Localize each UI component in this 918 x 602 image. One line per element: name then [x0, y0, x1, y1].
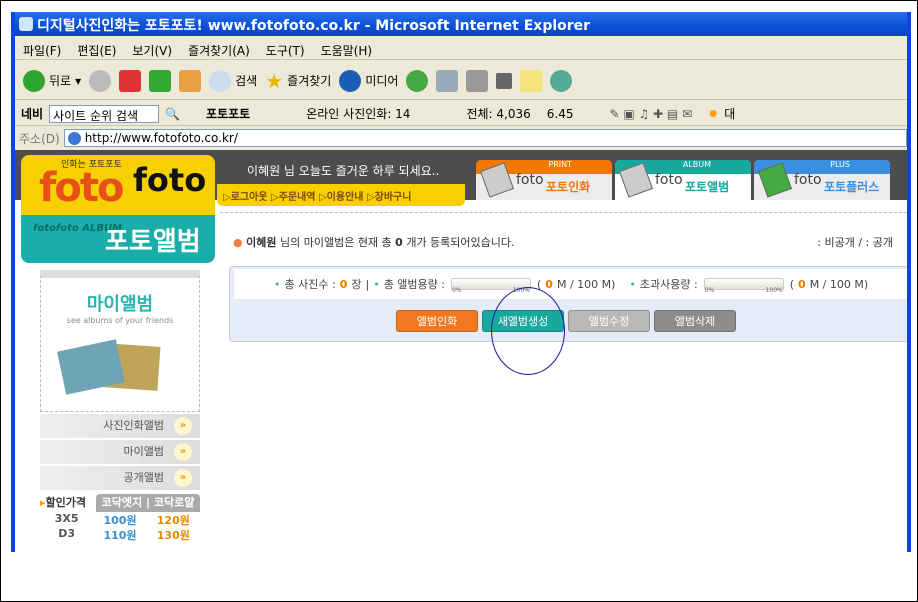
price-row: D3 110원 130원 — [58, 527, 190, 542]
site-search-input[interactable]: 사이트 순위 검색 — [49, 104, 160, 123]
tab-album-label: 포토앨범 — [685, 180, 730, 194]
menu-file[interactable]: 파일(F) — [23, 44, 61, 58]
menu-tools[interactable]: 도구(T) — [266, 44, 305, 58]
sidebar: 마이앨범 see albums of your friends 사진인화앨범» … — [40, 270, 200, 542]
media-label: 미디어 — [365, 74, 399, 88]
edit-icon[interactable] — [496, 72, 513, 89]
menu-help[interactable]: 도움말(H) — [321, 44, 373, 58]
chevron-icon: » — [174, 469, 192, 487]
online-count: 온라인 사진인화: 14 — [306, 107, 411, 121]
promo-sub: see albums of your friends — [66, 316, 174, 325]
total-count: 전체: 4,036 — [466, 107, 531, 121]
price-header: ▸할인가격 코닥엣지 | 코닥로얄 — [40, 494, 200, 512]
media-button[interactable]: 미디어 — [339, 69, 399, 92]
back-button[interactable]: 뒤로 ▾ — [23, 69, 81, 92]
chevron-icon: » — [174, 443, 192, 461]
over-usage-bar: 0% 100% — [703, 278, 784, 294]
guide-link[interactable]: 이용안내 — [327, 192, 364, 203]
logout-link[interactable]: 로그아웃 — [231, 192, 268, 203]
search-icon — [209, 69, 232, 92]
album-stats-panel: • 총 사진수 :0장 | • 총 앨범용량 : 0% 100%(0 M / 100 … — [229, 266, 907, 342]
greeting-box: 이혜원 님 오늘도 즐거운 하루 되세요.. ▷로그아웃 ▷주문내역 ▷이용안내… — [215, 150, 465, 208]
edit-album-button[interactable]: 앨범수정 — [568, 310, 650, 332]
privacy-legend: : 비공개 / : 공개 — [817, 236, 893, 249]
naver-button[interactable]: 네비 — [21, 105, 43, 122]
cart-link[interactable]: 장바구니 — [375, 192, 412, 203]
ie-icon — [19, 17, 33, 31]
history-icon[interactable] — [406, 69, 429, 92]
links-bar: 네비 사이트 순위 검색 🔍 포토포토 온라인 사진인화: 14 전체: 4,0… — [15, 102, 907, 126]
page-icon — [67, 132, 81, 145]
logo-foto-1: foto — [39, 165, 124, 211]
tab-plus-label: 포토플러스 — [824, 180, 880, 194]
favorites-label: 즐겨찾기 — [287, 74, 332, 88]
logo-foto-2: foto — [133, 161, 207, 199]
star-icon: ★ — [265, 68, 284, 93]
tab-print[interactable]: PRINT foto 포토인화 — [476, 160, 612, 200]
title-bar: 디지털사진인화는 포토포토! www.fotofoto.co.kr - Micr… — [15, 12, 907, 36]
search-label: 검색 — [235, 74, 258, 88]
tab-print-label: 포토인화 — [546, 180, 591, 194]
sun-icon[interactable]: ✹ — [708, 107, 718, 121]
greeting-text: 이혜원 님 오늘도 즐거운 하루 되세요.. — [247, 164, 440, 178]
web-page: 인화는 포토포토 foto foto fotofoto ALBUM 포토앨범 이혜원 … — [15, 150, 907, 552]
user-links: ▷로그아웃 ▷주문내역 ▷이용안내 ▷장바구니 — [217, 184, 465, 206]
album-count-text: ● 이혜원 님의 마이앨범은 현재 총 0 개가 등록되어있습니다. — [233, 236, 515, 249]
delete-album-button[interactable]: 앨범삭제 — [654, 310, 736, 332]
window-title: 디지털사진인화는 포토포토! www.fotofoto.co.kr - Micr… — [37, 18, 591, 34]
album-cards-image — [41, 335, 199, 405]
media-icon — [339, 69, 362, 92]
price-tab[interactable]: 코닥엣지 | 코닥로얄 — [96, 494, 200, 512]
promo-title: 마이앨범 — [86, 294, 154, 315]
tab-plus[interactable]: PLUS foto 포토플러스 — [754, 160, 890, 200]
search-button[interactable]: 검색 — [209, 69, 258, 92]
print-icon[interactable] — [466, 69, 489, 92]
print-album-button[interactable]: 앨범인화 — [396, 310, 478, 332]
ie-window: 디지털사진인화는 포토포토! www.fotofoto.co.kr - Micr… — [11, 12, 911, 552]
address-input[interactable]: http://www.fotofoto.co.kr/ — [63, 129, 907, 147]
price-row: 3X5 100원 120원 — [54, 512, 190, 527]
back-label: 뒤로 — [49, 74, 72, 88]
highlight-circle-annotation — [491, 287, 565, 375]
sidebar-item-print-album[interactable]: 사진인화앨범» — [40, 414, 200, 438]
site-logo[interactable]: 인화는 포토포토 foto foto fotofoto ALBUM 포토앨범 — [21, 155, 215, 263]
forward-icon[interactable] — [89, 69, 112, 92]
favorites-button[interactable]: ★ 즐겨찾기 — [265, 69, 331, 93]
sidebar-item-public-album[interactable]: 공개앨범» — [40, 466, 200, 490]
back-icon — [23, 69, 45, 92]
address-bar: 주소(D) http://www.fotofoto.co.kr/ — [15, 127, 907, 149]
address-label: 주소(D) — [19, 131, 60, 146]
magnifier-icon[interactable]: 🔍 — [165, 107, 180, 121]
tab-album[interactable]: ALBUM foto 포토앨범 — [615, 160, 751, 200]
my-album-promo[interactable]: 마이앨범 see albums of your friends — [40, 270, 200, 412]
refresh-icon[interactable] — [149, 69, 172, 92]
more-label: 대 — [724, 107, 736, 121]
home-icon[interactable] — [179, 69, 202, 92]
menu-view[interactable]: 보기(V) — [132, 44, 172, 58]
logo-title: 포토앨범 — [105, 227, 201, 257]
sidebar-item-my-album[interactable]: 마이앨범» — [40, 440, 200, 464]
menu-edit[interactable]: 편집(E) — [77, 44, 116, 58]
chevron-icon: » — [174, 417, 192, 435]
time-value: 6.45 — [546, 106, 574, 121]
tool-icons[interactable]: ✎ ▣ ♫ ✚ ▤ ✉ — [609, 107, 692, 121]
messenger-icon[interactable] — [550, 69, 573, 92]
toolbar: 뒤로 ▾ 검색 ★ 즐겨찾기 미디어 — [15, 62, 907, 100]
site-link[interactable]: 포토포토 — [206, 105, 250, 122]
note-icon[interactable] — [520, 69, 543, 92]
menu-bar: 파일(F) 편집(E) 보기(V) 즐겨찾기(A) 도구(T) 도움말(H) — [15, 38, 907, 60]
address-url: http://www.fotofoto.co.kr/ — [84, 131, 238, 145]
mail-icon[interactable] — [436, 69, 459, 92]
divider — [220, 212, 907, 213]
menu-favorites[interactable]: 즐겨찾기(A) — [188, 44, 250, 58]
orders-link[interactable]: 주문내역 — [279, 192, 316, 203]
stop-icon[interactable] — [119, 69, 142, 92]
